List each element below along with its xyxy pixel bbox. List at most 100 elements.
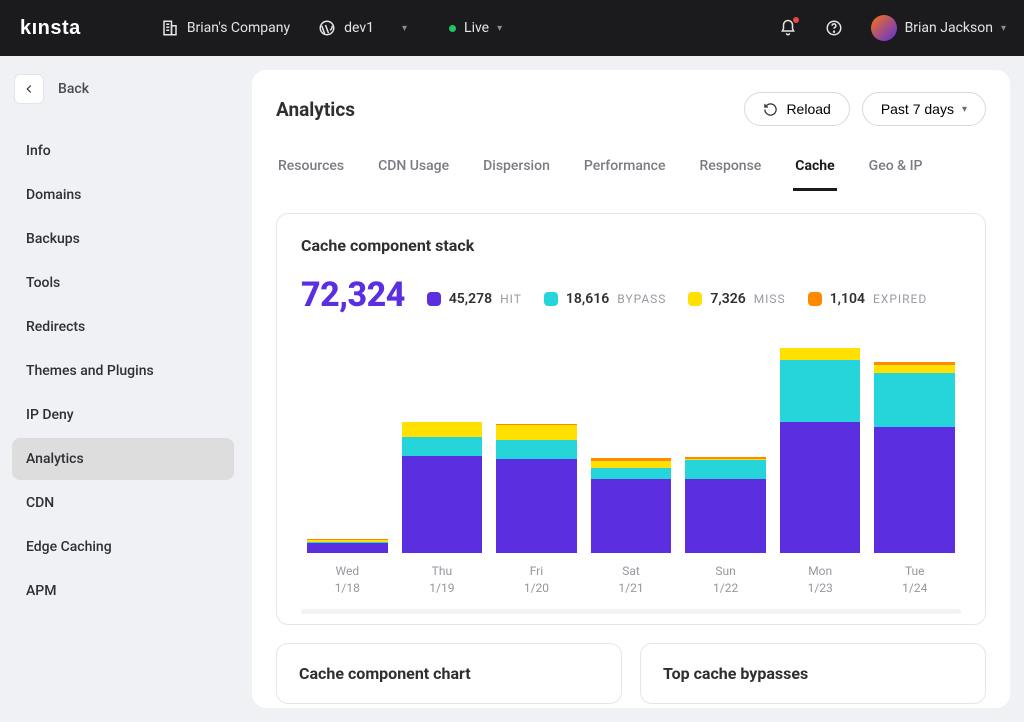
cache-component-chart-card: Cache component chart	[276, 643, 622, 704]
company-switcher[interactable]: Brian's Company	[161, 19, 290, 37]
site-switcher[interactable]: dev1	[318, 19, 374, 37]
user-name: Brian Jackson	[905, 20, 993, 36]
bar-1-24[interactable]	[874, 362, 955, 554]
company-name: Brian's Company	[187, 20, 290, 36]
page-title: Analytics	[276, 98, 355, 121]
tab-cdn-usage[interactable]: CDN Usage	[376, 148, 451, 190]
avatar	[871, 15, 897, 41]
legend-label: HIT	[500, 292, 522, 306]
xlabel: Tue1/24	[874, 563, 955, 597]
xlabel: Thu1/19	[402, 563, 483, 597]
bar-segment-bypass	[591, 468, 672, 479]
back-label: Back	[58, 81, 89, 97]
bar-segment-bypass	[685, 460, 766, 479]
bar-segment-hit	[496, 459, 577, 553]
chart-xlabels: Wed1/18Thu1/19Fri1/20Sat1/21Sun1/22Mon1/…	[301, 553, 961, 597]
page: Back InfoDomainsBackupsToolsRedirectsThe…	[0, 56, 1024, 722]
bar-1-18[interactable]	[307, 539, 388, 553]
legend-swatch	[688, 292, 702, 306]
arrow-left-icon	[22, 82, 36, 96]
tab-geo-ip[interactable]: Geo & IP	[867, 148, 925, 190]
chevron-down-icon: ▾	[1001, 23, 1006, 34]
xlabel: Sun1/22	[685, 563, 766, 597]
bar-segment-miss	[402, 422, 483, 437]
stats-row: 72,324 45,278HIT18,616BYPASS7,326MISS1,1…	[301, 275, 961, 315]
range-picker[interactable]: Past 7 days ▾	[862, 92, 986, 126]
bar-segment-hit	[874, 427, 955, 553]
sidebar-item-redirects[interactable]: Redirects	[12, 306, 234, 348]
legend-label: MISS	[754, 292, 786, 306]
bar-1-22[interactable]	[685, 457, 766, 553]
card-title: Cache component stack	[301, 236, 961, 255]
sidebar: Back InfoDomainsBackupsToolsRedirectsThe…	[0, 56, 246, 722]
reload-label: Reload	[786, 101, 830, 117]
brand-logo: kınsta	[20, 17, 81, 40]
sidebar-item-tools[interactable]: Tools	[12, 262, 234, 304]
bar-1-21[interactable]	[591, 458, 672, 553]
tab-dispersion[interactable]: Dispersion	[481, 148, 552, 190]
reload-button[interactable]: Reload	[744, 92, 849, 126]
legend-value: 18,616	[566, 291, 609, 307]
env-label: Live	[464, 20, 489, 36]
bar-segment-bypass	[402, 437, 483, 455]
xlabel: Sat1/21	[591, 563, 672, 597]
bar-segment-hit	[780, 422, 861, 553]
cache-stack-card: Cache component stack 72,324 45,278HIT18…	[276, 213, 986, 625]
bar-1-20[interactable]	[496, 424, 577, 553]
env-switcher[interactable]: Live ▾	[449, 20, 502, 36]
help-button[interactable]	[825, 19, 843, 37]
site-name: dev1	[344, 20, 374, 36]
notification-badge	[793, 17, 799, 23]
legend-value: 1,104	[830, 291, 865, 307]
legend-value: 7,326	[710, 291, 745, 307]
chart-bars	[301, 343, 961, 553]
tab-resources[interactable]: Resources	[276, 148, 346, 190]
bar-segment-miss	[496, 425, 577, 440]
notifications-button[interactable]	[779, 19, 797, 37]
wordpress-icon	[318, 19, 336, 37]
tab-performance[interactable]: Performance	[582, 148, 668, 190]
sidebar-item-ip-deny[interactable]: IP Deny	[12, 394, 234, 436]
topbar: kınsta Brian's Company dev1 ▾ Live ▾	[0, 0, 1024, 56]
main: Analytics Reload Past 7 days ▾ Resources…	[246, 56, 1024, 722]
sidebar-item-themes-and-plugins[interactable]: Themes and Plugins	[12, 350, 234, 392]
bar-segment-hit	[591, 479, 672, 553]
tab-cache[interactable]: Cache	[793, 148, 836, 191]
legend-label: EXPIRED	[873, 292, 927, 306]
bar-1-19[interactable]	[402, 422, 483, 553]
legend-swatch	[544, 292, 558, 306]
reload-icon	[763, 102, 778, 117]
xlabel: Mon1/23	[780, 563, 861, 597]
sidebar-item-apm[interactable]: APM	[12, 570, 234, 612]
sidebar-item-cdn[interactable]: CDN	[12, 482, 234, 524]
tab-response[interactable]: Response	[697, 148, 763, 190]
bar-segment-hit	[307, 543, 388, 553]
card-title: Cache component chart	[299, 664, 599, 683]
chart-scroll-track[interactable]	[301, 609, 961, 614]
chevron-down-icon: ▾	[497, 23, 502, 34]
user-menu[interactable]: Brian Jackson ▾	[871, 15, 1006, 41]
legend-miss: 7,326 MISS	[688, 291, 785, 307]
sidebar-item-info[interactable]: Info	[12, 130, 234, 172]
bar-1-23[interactable]	[780, 348, 861, 553]
card-title: Top cache bypasses	[663, 664, 963, 683]
chevron-down-icon[interactable]: ▾	[402, 23, 407, 34]
cache-stack-chart: Wed1/18Thu1/19Fri1/20Sat1/21Sun1/22Mon1/…	[301, 343, 961, 614]
legend-expired: 1,104 EXPIRED	[808, 291, 928, 307]
range-label: Past 7 days	[881, 101, 954, 117]
back-button[interactable]	[14, 74, 44, 104]
bar-segment-hit	[685, 479, 766, 553]
top-cache-bypasses-card: Top cache bypasses	[640, 643, 986, 704]
bottom-row: Cache component chart Top cache bypasses	[276, 643, 986, 704]
sidebar-item-analytics[interactable]: Analytics	[12, 438, 234, 480]
sidebar-item-domains[interactable]: Domains	[12, 174, 234, 216]
sidebar-item-edge-caching[interactable]: Edge Caching	[12, 526, 234, 568]
tabs: Resources CDN Usage Dispersion Performance R…	[276, 148, 986, 191]
bar-segment-miss	[780, 348, 861, 360]
header-actions: Reload Past 7 days ▾	[744, 92, 986, 126]
sidebar-item-backups[interactable]: Backups	[12, 218, 234, 260]
bar-segment-bypass	[780, 360, 861, 422]
help-icon	[825, 19, 843, 37]
xlabel: Fri1/20	[496, 563, 577, 597]
legend-bypass: 18,616BYPASS	[544, 291, 666, 307]
